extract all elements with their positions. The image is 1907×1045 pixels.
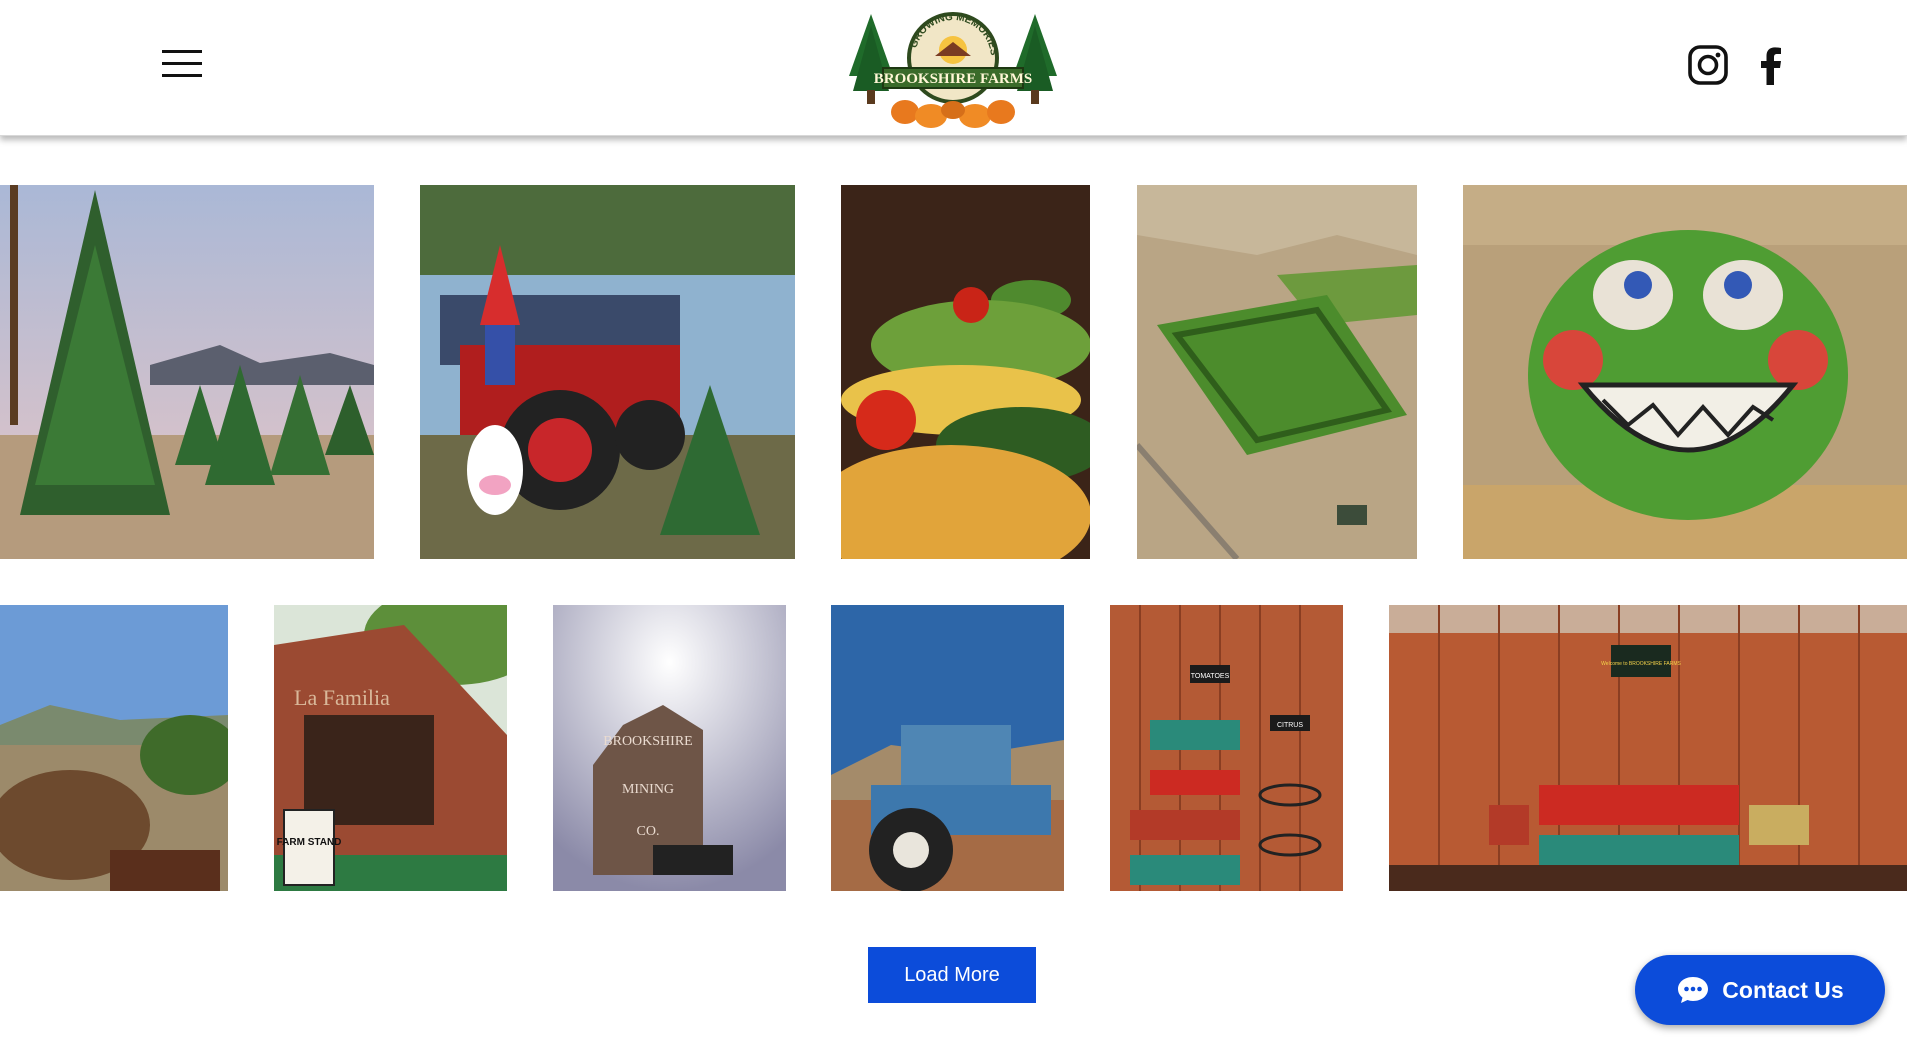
- tower-line-3: CO.: [637, 824, 660, 839]
- tomatoes-sign-text: TOMATOES: [1191, 673, 1230, 680]
- facebook-icon[interactable]: [1750, 44, 1792, 86]
- site-header: GROWING MEMORIES BROOKSHIRE FARMS: [0, 0, 1907, 136]
- brookshire-farms-logo[interactable]: GROWING MEMORIES BROOKSHIRE FARMS: [843, 6, 1063, 128]
- gallery-image-christmas-trees[interactable]: [0, 185, 374, 559]
- gallery-image-blue-tractor[interactable]: [831, 605, 1064, 891]
- tower-line-2: MINING: [622, 782, 674, 797]
- barn-interior-sign-text: Welcome to BROOKSHIRE FARMS: [1601, 661, 1681, 667]
- farm-stand-sign-text: FARM STAND: [277, 837, 342, 848]
- chat-bubble-icon: [1676, 975, 1710, 1005]
- gallery-image-hay-bale-face[interactable]: [1463, 185, 1907, 559]
- gallery-image-red-tractor[interactable]: [420, 185, 795, 559]
- gallery-image-vegetables[interactable]: [841, 185, 1090, 559]
- gallery-image-produce-barn-interior[interactable]: Welcome to BROOKSHIRE FARMS: [1389, 605, 1907, 891]
- citrus-sign-text: CITRUS: [1277, 722, 1303, 729]
- contact-us-chat-button[interactable]: Contact Us: [1635, 955, 1885, 1025]
- hamburger-menu-icon[interactable]: [162, 48, 202, 80]
- gallery-image-produce-stand[interactable]: TOMATOES CITRUS: [1110, 605, 1343, 891]
- logo-name-text: BROOKSHIRE FARMS: [874, 71, 1033, 87]
- gallery-image-corn-maze[interactable]: [1137, 185, 1417, 559]
- gallery-image-saddle[interactable]: [0, 605, 228, 891]
- contact-us-label: Contact Us: [1722, 976, 1844, 1003]
- instagram-icon[interactable]: [1687, 44, 1729, 86]
- load-more-button[interactable]: Load More: [868, 947, 1036, 1003]
- barn-sign-text: La Familia: [294, 685, 390, 710]
- gallery-image-water-tower[interactable]: BROOKSHIRE MINING CO.: [553, 605, 786, 891]
- gallery-image-red-barn[interactable]: La Familia FARM STAND: [274, 605, 507, 891]
- tower-line-1: BROOKSHIRE: [603, 734, 692, 749]
